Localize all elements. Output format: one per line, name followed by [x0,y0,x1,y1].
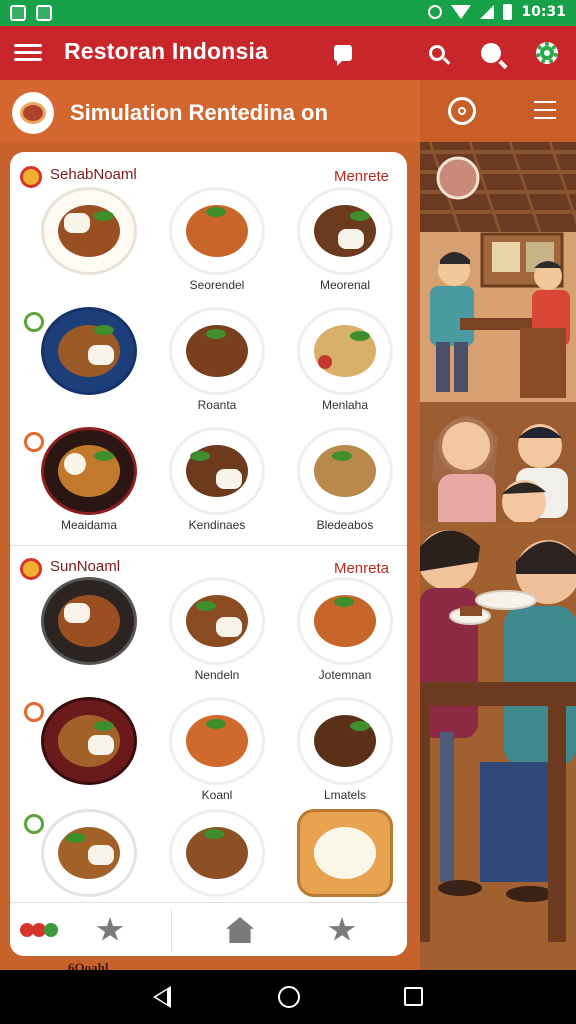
favorite-star-icon[interactable] [328,917,356,941]
dish-image [172,580,262,662]
dish-image [44,700,134,782]
dish-card[interactable] [26,190,152,310]
veg-badge-icon [24,814,44,834]
section-divider [10,545,407,546]
dish-image [44,190,134,272]
notification-icon [10,5,26,21]
app-bar: Restoran Indonsia [0,26,576,80]
sub-header-actions [420,80,576,142]
dish-image [44,310,134,392]
dish-image [44,812,134,894]
dish-card[interactable]: Jotemnan [282,580,407,700]
dish-name: Lmatels [323,788,367,802]
menu-icon[interactable] [14,41,42,65]
section-menu-link[interactable]: Menrete [334,168,389,185]
dish-card[interactable]: Seorendel [154,190,280,310]
recents-icon[interactable] [404,987,423,1006]
app-title: Restoran Indonsia [64,38,269,64]
system-nav-bar [0,970,576,1024]
dish-image [172,190,262,272]
dish-name: Roanta [197,398,237,412]
veg-badge-icon [24,312,44,332]
gallery-icon [36,5,52,21]
menu-card: SehabNoaml Menrete Seorendel Meorenal Ro… [10,152,407,956]
dish-name: Meaidama [60,518,118,532]
clock: 10:31 [521,4,566,20]
dish-card[interactable] [24,310,152,430]
search-icon[interactable] [422,38,452,68]
dish-card[interactable]: Meorenal [282,190,407,310]
dish-name: Jotemnan [318,668,372,682]
sync-icon [428,5,443,19]
home-icon[interactable] [226,917,254,943]
dish-image [172,310,262,392]
star-icon[interactable] [96,917,124,941]
dish-image [300,812,390,894]
spicy-badge-icon [24,432,44,452]
target-icon[interactable] [448,97,476,125]
section-icon [20,166,42,188]
restaurant-scene-art [420,142,576,970]
flower-icon[interactable] [20,917,64,943]
dish-card[interactable]: Koanl [154,700,280,820]
settings-icon[interactable] [532,38,562,68]
dish-card[interactable]: Bledeabos [282,430,407,550]
dish-card[interactable] [24,700,152,820]
wifi-icon [451,5,472,19]
dish-image [172,430,262,512]
section-title: SunNoaml [50,558,121,575]
dish-name: Menlaha [321,398,369,412]
dish-image [172,700,262,782]
dish-name: Kendinaes [188,518,246,532]
list-icon[interactable] [534,101,556,121]
sub-header: Simulation Rentedina on [0,80,576,142]
dish-card[interactable]: Kendinaes [154,430,280,550]
dish-image [44,580,134,662]
dish-name: Koanl [201,788,233,802]
section-header: SunNoaml Menreta [10,554,407,582]
logo-icon [12,92,54,134]
dish-name: Nendeln [194,668,240,682]
status-bar: 10:31 [0,0,576,26]
section-menu-link[interactable]: Menreta [334,560,389,577]
back-icon[interactable] [153,986,171,1008]
search-filled-icon[interactable] [476,38,506,68]
spicy-badge-icon [24,702,44,722]
battery-icon [503,4,513,20]
dish-card[interactable]: Roanta [154,310,280,430]
dish-card[interactable]: Nendeln [154,580,280,700]
home-circle-icon[interactable] [278,986,300,1008]
section-header: SehabNoaml Menrete [10,162,407,190]
dish-card[interactable]: Meaidama [24,430,152,550]
restaurant-illustration [420,142,576,970]
dish-image [300,430,390,512]
bottom-tab-bar [10,902,407,956]
dish-card[interactable]: Lmatels [282,700,407,820]
dish-image [300,700,390,782]
dish-name: Meorenal [319,278,371,292]
dish-image [44,430,134,512]
section-title: SehabNoaml [50,166,137,183]
signal-icon [480,5,495,19]
section-icon [20,558,42,580]
dish-image [300,580,390,662]
dish-image [300,310,390,392]
dish-image [172,812,262,894]
dish-card[interactable]: Menlaha [282,310,407,430]
sub-header-title: Simulation Rentedina on [70,100,328,125]
chat-icon[interactable] [328,38,358,68]
dish-name: Seorendel [189,278,245,292]
dish-name: Bledeabos [316,518,374,532]
tab-divider [171,909,172,951]
dish-card[interactable] [26,580,152,700]
dish-image [300,190,390,272]
